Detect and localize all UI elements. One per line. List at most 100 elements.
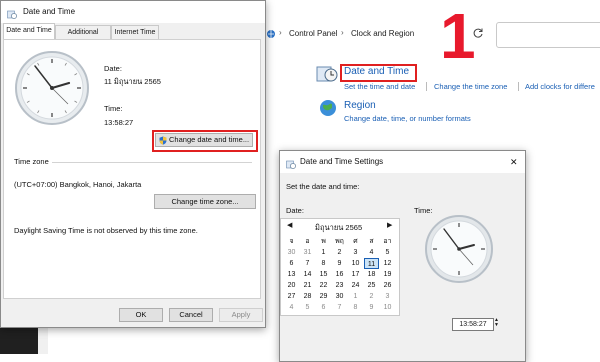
taskbar-fragment (0, 326, 38, 354)
time-field[interactable]: 13:58:27 (452, 318, 494, 331)
calendar-day[interactable]: 29 (316, 291, 331, 302)
change-formats-link[interactable]: Change date, time, or number formats (344, 114, 471, 123)
datetime-icon (7, 7, 17, 19)
date-time-dialog: Date and Time Date and Time Additional C… (0, 0, 266, 328)
annotation-step-1: 1 (440, 0, 476, 72)
change-date-time-button[interactable]: Change date and time... (155, 133, 253, 147)
dst-note: Daylight Saving Time is not observed by … (14, 226, 198, 235)
dialog-title: Date and Time (23, 7, 76, 16)
calendar-day[interactable]: 3 (348, 247, 363, 258)
add-clocks-link[interactable]: Add clocks for differe (525, 82, 595, 91)
calendar-day[interactable]: 28 (300, 291, 315, 302)
calendar-day[interactable]: 21 (300, 280, 315, 291)
date-label: Date: (104, 64, 122, 73)
time-label: Time: (104, 104, 123, 113)
calendar-day[interactable]: 4 (364, 247, 379, 258)
calendar-day[interactable]: 16 (332, 269, 347, 280)
calendar-day[interactable]: 5 (380, 247, 395, 258)
calendar-day[interactable]: 31 (300, 247, 315, 258)
breadcrumb-separator: › (341, 28, 344, 37)
tab-additional-clocks[interactable]: Additional Clocks (55, 25, 111, 50)
calendar-day[interactable]: 6 (316, 302, 331, 313)
calendar-day[interactable]: 1 (348, 291, 363, 302)
apply-button[interactable]: Apply (219, 308, 263, 322)
calendar-day[interactable]: 2 (364, 291, 379, 302)
timezone-value: (UTC+07:00) Bangkok, Hanoi, Jakarta (14, 180, 142, 189)
time-value: 13:58:27 (104, 118, 134, 127)
chevron-right-icon[interactable]: ▶ (387, 221, 392, 229)
datetime-icon (286, 157, 296, 169)
calendar-day[interactable]: 30 (284, 247, 299, 258)
tab-panel: Date: 11 มิถุนายน 2565 Time: 13:58:27 Ch… (3, 39, 261, 299)
calendar-day[interactable]: 7 (332, 302, 347, 313)
weekday-header: ศ (353, 238, 358, 245)
calendar-day[interactable]: 7 (300, 258, 315, 269)
calendar-day[interactable]: 6 (284, 258, 299, 269)
dialog-titlebar[interactable]: Date and Time (1, 1, 265, 23)
weekday-header: ส (369, 238, 374, 245)
calendar-day[interactable]: 9 (332, 258, 347, 269)
spin-down-icon[interactable]: ▼ (494, 323, 500, 328)
calendar-day[interactable]: 25 (364, 280, 379, 291)
cancel-button[interactable]: Cancel (169, 308, 213, 322)
weekday-header: อา (383, 238, 392, 245)
calendar-day[interactable]: 3 (380, 291, 395, 302)
calendar-day[interactable]: 2 (332, 247, 347, 258)
settings-titlebar[interactable]: Date and Time Settings ✕ (280, 151, 525, 173)
region-globe-icon (318, 98, 338, 118)
calendar-day[interactable]: 8 (316, 258, 331, 269)
link-divider (426, 82, 427, 91)
calendar-day[interactable]: 1 (316, 247, 331, 258)
calendar-day[interactable]: 20 (284, 280, 299, 291)
chevron-left-icon[interactable]: ◀ (287, 221, 292, 229)
calendar-day[interactable]: 4 (284, 302, 299, 313)
timezone-divider (52, 162, 252, 163)
breadcrumb-clock-region[interactable]: Clock and Region (351, 28, 414, 40)
calendar-day[interactable]: 9 (364, 302, 379, 313)
tab-date-and-time[interactable]: Date and Time (3, 23, 55, 39)
settings-title: Date and Time Settings (300, 157, 384, 166)
set-time-date-link[interactable]: Set the time and date (344, 82, 415, 91)
breadcrumb-separator: › (279, 28, 282, 37)
link-divider (518, 82, 519, 91)
close-icon[interactable]: ✕ (510, 151, 518, 173)
calendar-day[interactable]: 13 (284, 269, 299, 280)
calendar-day[interactable]: 27 (284, 291, 299, 302)
clock-face-icon (14, 50, 90, 126)
calendar-day[interactable]: 23 (332, 280, 347, 291)
breadcrumb-control-panel[interactable]: Control Panel (289, 28, 337, 40)
calendar-day[interactable]: 10 (380, 302, 395, 313)
calendar-grid: จอพพฤศสอา 30 31 1 2 3 4 5 6 7 8 9 10 11 12 13 14 15 16 17 18… (284, 236, 396, 313)
search-input[interactable] (496, 22, 600, 48)
location-icon (266, 29, 276, 39)
calendar-day[interactable]: 18 (364, 269, 379, 280)
time-spinner[interactable]: ▲ ▼ (494, 318, 500, 329)
calendar-day[interactable]: 24 (348, 280, 363, 291)
calendar-day[interactable]: 11 (364, 258, 379, 269)
calendar-day[interactable]: 10 (348, 258, 363, 269)
calendar-day[interactable]: 30 (332, 291, 347, 302)
background-fragment (38, 326, 48, 354)
calendar-day[interactable]: 5 (300, 302, 315, 313)
calendar-day[interactable]: 19 (380, 269, 395, 280)
calendar-day[interactable]: 12 (380, 258, 395, 269)
change-time-zone-button[interactable]: Change time zone... (154, 194, 256, 209)
weekday-header: จ (289, 238, 294, 245)
date-value: 11 มิถุนายน 2565 (104, 77, 161, 86)
ok-button[interactable]: OK (119, 308, 163, 322)
settings-instruction: Set the date and time: (286, 182, 360, 191)
calendar-day[interactable]: 8 (348, 302, 363, 313)
shield-icon (159, 136, 167, 145)
calendar-day[interactable]: 26 (380, 280, 395, 291)
tab-internet-time[interactable]: Internet Time (111, 25, 159, 39)
change-time-zone-link[interactable]: Change the time zone (434, 82, 507, 91)
calendar-day[interactable]: 17 (348, 269, 363, 280)
clock-face-icon (424, 214, 494, 284)
region-category-link[interactable]: Region (344, 100, 376, 111)
date-time-category-link[interactable]: Date and Time (344, 66, 409, 77)
calendar-month-label[interactable]: มิถุนายน 2565 (315, 222, 362, 234)
weekday-header: อ (305, 238, 310, 245)
calendar-day[interactable]: 15 (316, 269, 331, 280)
calendar-day[interactable]: 14 (300, 269, 315, 280)
calendar-day[interactable]: 22 (316, 280, 331, 291)
